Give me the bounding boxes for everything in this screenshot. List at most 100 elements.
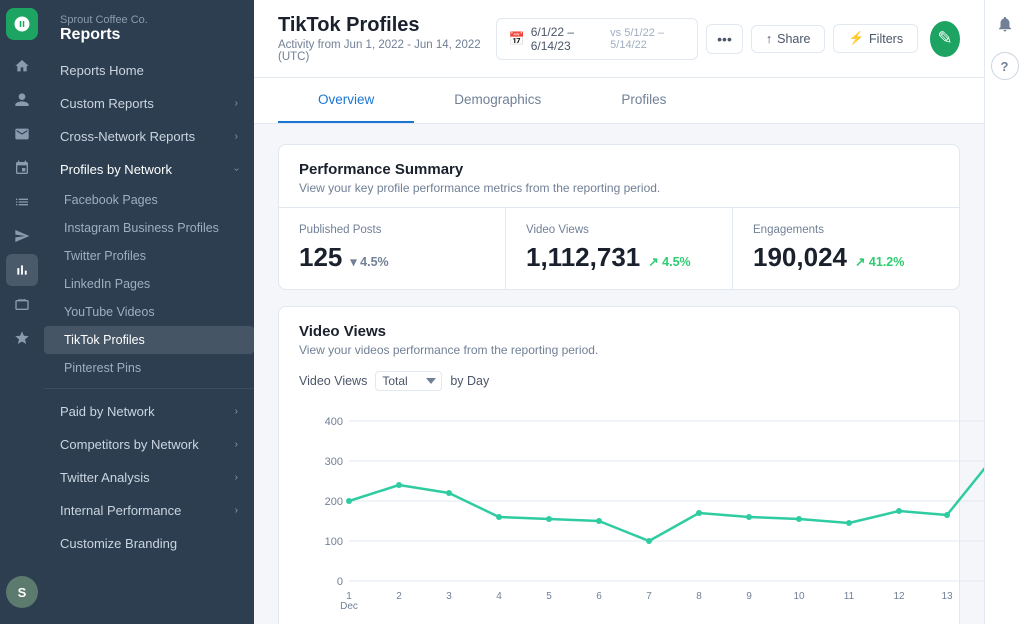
sidebar-item-customize-branding[interactable]: Customize Branding xyxy=(44,527,254,560)
svg-text:Dec: Dec xyxy=(340,601,358,612)
svg-text:13: 13 xyxy=(941,591,953,602)
sidebar-sub-tiktok[interactable]: TikTok Profiles xyxy=(44,326,254,354)
video-views-card: Video Views View your videos performance… xyxy=(278,306,960,624)
share-button[interactable]: ↑ Share xyxy=(751,25,826,53)
send-icon[interactable] xyxy=(6,220,38,252)
chart-title: Video Views xyxy=(299,323,939,340)
performance-summary-card: Performance Summary View your key profil… xyxy=(278,144,960,290)
svg-text:200: 200 xyxy=(325,496,343,508)
right-panel: ? xyxy=(984,0,1024,624)
sidebar-item-twitter-analysis[interactable]: Twitter Analysis › xyxy=(44,461,254,494)
chart-section: Video Views View your videos performance… xyxy=(279,307,959,624)
sidebar-item-competitors[interactable]: Competitors by Network › xyxy=(44,428,254,461)
briefcase-icon[interactable] xyxy=(6,288,38,320)
metric-change-engagements: ↗ 41.2% xyxy=(855,254,904,269)
performance-summary-subtitle: View your key profile performance metric… xyxy=(299,181,939,195)
metric-label-engagements: Engagements xyxy=(753,224,939,236)
svg-text:6: 6 xyxy=(596,591,602,602)
sidebar-item-profiles-by-network[interactable]: Profiles by Network › xyxy=(44,153,254,186)
header-left: TikTok Profiles Activity from Jun 1, 202… xyxy=(278,14,496,63)
sidebar: Sprout Coffee Co. Reports Reports Home C… xyxy=(44,0,254,624)
sidebar-divider xyxy=(44,388,254,389)
metric-label-published: Published Posts xyxy=(299,224,485,236)
svg-text:11: 11 xyxy=(844,591,855,602)
chevron-icon: › xyxy=(235,439,238,450)
metric-change-views: ↗ 4.5% xyxy=(648,254,690,269)
svg-text:10: 10 xyxy=(793,591,805,602)
metric-change-published: ▾ 4.5% xyxy=(350,254,388,269)
page-header: TikTok Profiles Activity from Jun 1, 202… xyxy=(254,0,984,78)
bell-icon[interactable] xyxy=(991,10,1019,38)
page-title: TikTok Profiles xyxy=(278,14,496,37)
sidebar-sub-linkedin[interactable]: LinkedIn Pages xyxy=(44,270,254,298)
svg-text:7: 7 xyxy=(646,591,652,602)
page-subtitle: Activity from Jun 1, 2022 - Jun 14, 2022… xyxy=(278,39,496,63)
date-range-picker[interactable]: 📅 6/1/22 – 6/14/23 vs 5/1/22 – 5/14/22 xyxy=(496,18,699,60)
sidebar-sub-youtube[interactable]: YouTube Videos xyxy=(44,298,254,326)
svg-text:5: 5 xyxy=(546,591,552,602)
logo-icon[interactable] xyxy=(6,8,38,40)
metric-value-views: 1,112,731 ↗ 4.5% xyxy=(526,242,712,273)
sidebar-sub-twitter-profiles[interactable]: Twitter Profiles xyxy=(44,242,254,270)
avatar[interactable]: S xyxy=(6,576,38,608)
chart-view-select[interactable]: Total Unique xyxy=(375,371,442,391)
metric-label-views: Video Views xyxy=(526,224,712,236)
metrics-row: Published Posts 125 ▾ 4.5% Video Views 1… xyxy=(279,208,959,289)
svg-text:400: 400 xyxy=(325,416,343,428)
filter-icon: ⚡ xyxy=(848,31,864,46)
metric-value-engagements: 190,024 ↗ 41.2% xyxy=(753,242,939,273)
pin-icon[interactable] xyxy=(6,152,38,184)
tab-profiles[interactable]: Profiles xyxy=(581,78,706,123)
more-options-button[interactable]: ••• xyxy=(706,24,743,54)
star-icon[interactable] xyxy=(6,322,38,354)
chevron-icon: › xyxy=(235,505,238,516)
chart-wrap: 400 300 200 100 0 xyxy=(299,401,939,621)
sidebar-item-internal-performance[interactable]: Internal Performance › xyxy=(44,494,254,527)
sidebar-section-title: Reports xyxy=(60,26,238,44)
profiles-icon[interactable] xyxy=(6,84,38,116)
svg-text:9: 9 xyxy=(746,591,752,602)
chevron-icon: › xyxy=(235,98,238,109)
analytics-icon[interactable] xyxy=(6,254,38,286)
inbox-icon[interactable] xyxy=(6,118,38,150)
chart-select-label: Video Views xyxy=(299,374,367,388)
chevron-icon: › xyxy=(235,472,238,483)
sidebar-header: Sprout Coffee Co. Reports xyxy=(44,0,254,54)
sidebar-sub-facebook[interactable]: Facebook Pages xyxy=(44,186,254,214)
compare-range-text: vs 5/1/22 – 5/14/22 xyxy=(610,27,685,51)
svg-text:300: 300 xyxy=(325,456,343,468)
home-icon[interactable] xyxy=(6,50,38,82)
svg-text:8: 8 xyxy=(696,591,702,602)
metric-value-published: 125 ▾ 4.5% xyxy=(299,242,485,273)
chevron-icon: › xyxy=(235,131,238,142)
svg-text:12: 12 xyxy=(893,591,905,602)
svg-text:3: 3 xyxy=(446,591,452,602)
chevron-icon: › xyxy=(231,168,242,171)
svg-text:2: 2 xyxy=(396,591,402,602)
sidebar-sub-pinterest[interactable]: Pinterest Pins xyxy=(44,354,254,382)
list-icon[interactable] xyxy=(6,186,38,218)
line-chart-svg: 400 300 200 100 0 xyxy=(299,401,984,621)
sidebar-item-reports-home[interactable]: Reports Home xyxy=(44,54,254,87)
company-name: Sprout Coffee Co. xyxy=(60,14,238,26)
filters-button[interactable]: ⚡ Filters xyxy=(833,24,918,53)
metric-engagements: Engagements 190,024 ↗ 41.2% xyxy=(733,208,959,289)
svg-text:0: 0 xyxy=(337,576,343,588)
metric-video-views: Video Views 1,112,731 ↗ 4.5% xyxy=(506,208,733,289)
performance-summary-header: Performance Summary View your key profil… xyxy=(279,145,959,208)
metric-published-posts: Published Posts 125 ▾ 4.5% xyxy=(279,208,506,289)
sidebar-item-cross-network[interactable]: Cross-Network Reports › xyxy=(44,120,254,153)
sidebar-item-paid-by-network[interactable]: Paid by Network › xyxy=(44,395,254,428)
content-area: Performance Summary View your key profil… xyxy=(254,124,984,624)
calendar-icon: 📅 xyxy=(509,31,525,47)
sidebar-sub-instagram[interactable]: Instagram Business Profiles xyxy=(44,214,254,242)
tab-overview[interactable]: Overview xyxy=(278,78,414,123)
svg-text:4: 4 xyxy=(496,591,502,602)
compose-button[interactable]: ✎ xyxy=(930,21,960,57)
help-icon[interactable]: ? xyxy=(991,52,1019,80)
icon-bar: S xyxy=(0,0,44,624)
sidebar-item-custom-reports[interactable]: Custom Reports › xyxy=(44,87,254,120)
date-range-text: 6/1/22 – 6/14/23 xyxy=(531,25,600,53)
chart-subtitle: View your videos performance from the re… xyxy=(299,343,939,357)
tab-demographics[interactable]: Demographics xyxy=(414,78,581,123)
